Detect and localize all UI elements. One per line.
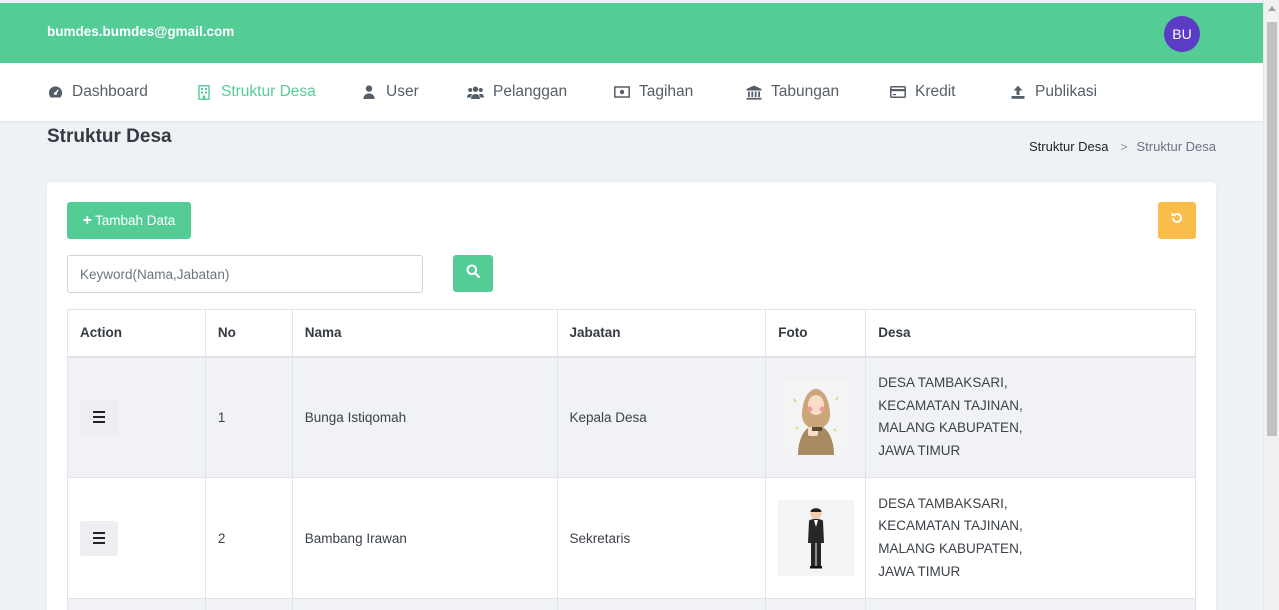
jabatan-cell: Kepala Desa (556, 356, 767, 478)
jabatan-cell (556, 598, 767, 610)
foto-cell (765, 598, 867, 610)
desa-cell (865, 598, 1196, 610)
menu-bar (93, 416, 105, 419)
foto-cell (765, 356, 867, 478)
credit-card-icon (890, 84, 906, 100)
menu-bar (93, 421, 105, 424)
users-icon (466, 84, 484, 100)
add-data-label: Tambah Data (95, 213, 176, 228)
table-row: 2 Bambang Irawan Sekretaris DESA TAMBAKS… (67, 477, 1196, 599)
avatar[interactable]: BU (1164, 16, 1200, 52)
desa-cell: DESA TAMBAKSARI, KECAMATAN TAJINAN, MALA… (865, 356, 1196, 478)
table-row: 1 Bunga Istiqomah Kepala Desa DESA TAMBA… (67, 356, 1196, 478)
breadcrumb-current: Struktur Desa (1136, 139, 1216, 154)
nav-label: User (386, 83, 419, 100)
chevron-right-icon: > (1120, 139, 1128, 154)
desa-line: JAWA TIMUR (878, 442, 961, 458)
desa-cell: DESA TAMBAKSARI, KECAMATAN TAJINAN, MALA… (865, 477, 1196, 599)
scroll-up-icon[interactable] (1268, 6, 1276, 11)
breadcrumb: Struktur Desa > Struktur Desa (1029, 139, 1216, 154)
nav-item-user[interactable]: User (361, 63, 419, 121)
nav-item-kredit[interactable]: Kredit (890, 63, 956, 121)
menu-bar (93, 411, 105, 414)
table-header-row: Action No Nama Jabatan Foto Desa (67, 309, 1196, 358)
nama-cell: Bunga Istiqomah (291, 356, 558, 478)
menu-bar (93, 532, 105, 534)
plus-icon: + (82, 211, 93, 229)
desa-line: DESA TAMBAKSARI, (878, 495, 1008, 511)
user-icon (361, 84, 377, 100)
menu-bar (93, 537, 105, 539)
col-header-foto[interactable]: Foto (765, 309, 867, 358)
nav-item-publikasi[interactable]: Publikasi (1010, 63, 1097, 121)
nav-item-tabungan[interactable]: Tabungan (746, 63, 839, 121)
action-cell (67, 477, 206, 599)
nav-label: Tagihan (639, 83, 694, 100)
col-header-nama[interactable]: Nama (291, 309, 558, 358)
content-card: + Tambah Data Action No Nama Jabatan Fot… (47, 182, 1216, 610)
upload-icon (1010, 84, 1026, 100)
money-bill-icon (614, 84, 630, 100)
search-button[interactable] (453, 255, 493, 292)
breadcrumb-parent-link[interactable]: Struktur Desa (1029, 139, 1108, 154)
nav-label: Pelanggan (493, 83, 568, 100)
refresh-button[interactable] (1158, 202, 1196, 239)
desa-line: MALANG KABUPATEN, (878, 420, 1023, 436)
page-title: Struktur Desa (47, 126, 172, 147)
table-row (67, 598, 1196, 610)
desa-line: KECAMATAN TAJINAN, (878, 397, 1023, 413)
nav-label: Publikasi (1035, 83, 1098, 100)
foto-cell (765, 477, 867, 599)
desa-line: DESA TAMBAKSARI, (878, 374, 1008, 390)
desa-line: MALANG KABUPATEN, (878, 541, 1023, 556)
search-input[interactable] (67, 255, 423, 293)
no-cell (204, 598, 293, 610)
menu-bar (93, 542, 105, 544)
search-icon (466, 264, 480, 283)
row-menu-button[interactable] (80, 520, 118, 556)
nav-label: Kredit (915, 83, 956, 100)
main-nav: Dashboard Struktur Desa User Pelanggan T… (0, 63, 1263, 121)
hijab-woman-photo[interactable] (778, 379, 855, 456)
action-cell (67, 598, 206, 610)
desa-line: KECAMATAN TAJINAN, (878, 518, 1023, 534)
refresh-icon (1170, 211, 1184, 230)
nama-cell: Bambang Irawan (291, 477, 558, 599)
nama-cell (291, 598, 558, 610)
no-cell: 1 (204, 356, 293, 478)
col-header-jabatan[interactable]: Jabatan (556, 309, 767, 358)
scrollbar-thumb[interactable] (1267, 22, 1277, 436)
desa-line: JAWA TIMUR (878, 563, 961, 579)
struktur-desa-table: Action No Nama Jabatan Foto Desa 1 Bunga… (67, 309, 1196, 610)
col-header-desa[interactable]: Desa (865, 309, 1196, 358)
add-data-button[interactable]: + Tambah Data (67, 202, 191, 239)
page-scrollbar[interactable] (1263, 0, 1279, 610)
building-icon (196, 84, 212, 100)
bank-icon (746, 84, 762, 100)
action-cell (67, 356, 206, 478)
nav-item-pelanggan[interactable]: Pelanggan (466, 63, 567, 121)
jabatan-cell: Sekretaris (556, 477, 767, 599)
row-menu-button[interactable] (80, 399, 118, 435)
nav-item-tagihan[interactable]: Tagihan (614, 63, 693, 121)
nav-label: Dashboard (72, 83, 148, 100)
nav-label: Struktur Desa (221, 83, 316, 100)
user-email: bumdes.bumdes@gmail.com (47, 24, 235, 39)
nav-item-dashboard[interactable]: Dashboard (47, 63, 148, 121)
man-in-suit-photo[interactable] (778, 500, 855, 576)
col-header-no[interactable]: No (204, 309, 293, 358)
tachometer-icon (47, 84, 63, 100)
no-cell: 2 (204, 477, 293, 599)
top-header: bumdes.bumdes@gmail.com BU (0, 3, 1263, 63)
col-header-action[interactable]: Action (67, 309, 206, 358)
nav-item-struktur-desa[interactable]: Struktur Desa (196, 63, 316, 121)
nav-label: Tabungan (771, 83, 840, 100)
